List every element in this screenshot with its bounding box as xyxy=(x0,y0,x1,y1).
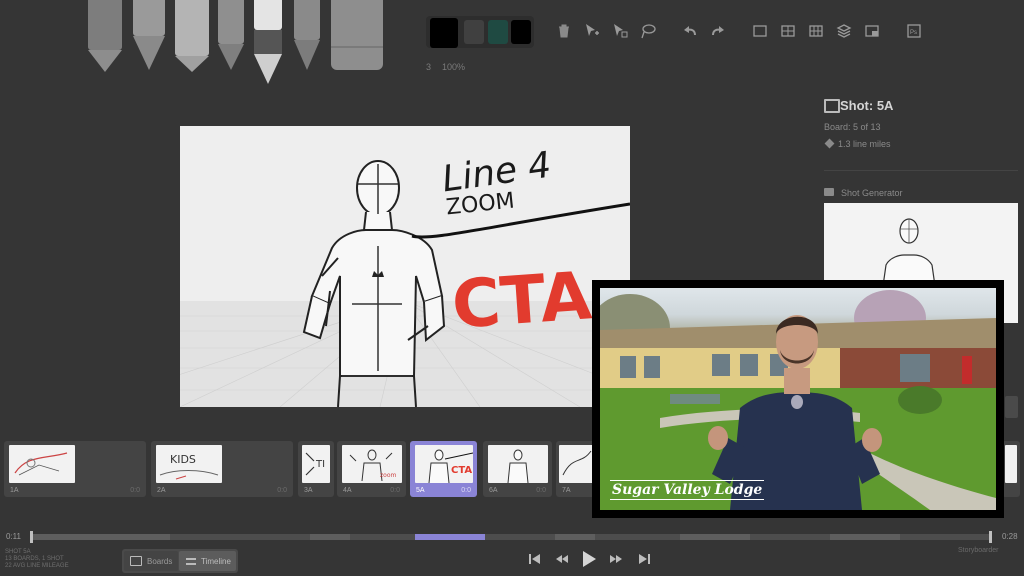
color-swatch-primary[interactable] xyxy=(430,18,458,48)
info-boards: 13 BOARDS, 1 SHOT xyxy=(5,556,64,562)
play-button[interactable] xyxy=(581,550,597,573)
info-shot: SHOT 5A xyxy=(5,549,31,555)
canvas-text-cta: CTA xyxy=(449,257,594,344)
timeline-seg-1 xyxy=(30,534,170,540)
timeline-seg-3 xyxy=(310,534,350,540)
thumbnail-label: 6A xyxy=(489,487,498,494)
thumbnail-label: 5A xyxy=(416,487,425,494)
boards-tab-label: Boards xyxy=(147,556,173,566)
line-miles-icon xyxy=(824,138,835,149)
boards-icon xyxy=(130,556,142,566)
svg-text:KIDS: KIDS xyxy=(170,453,196,466)
move-select-icon[interactable] xyxy=(583,22,601,40)
color-swatch-4[interactable] xyxy=(511,20,531,44)
layers-icon[interactable] xyxy=(835,22,853,40)
thumbnail-duration: 0:0 xyxy=(130,487,140,494)
timeline-seg-9 xyxy=(680,534,750,540)
playhead-start[interactable] xyxy=(30,531,33,543)
layout-split-icon[interactable] xyxy=(779,22,797,40)
eraser-tool[interactable] xyxy=(331,0,383,70)
thumbnail-2a[interactable]: KIDS 2A 0:0 xyxy=(151,441,293,497)
opacity-readout: 100% xyxy=(442,62,466,72)
undo-icon[interactable] xyxy=(681,22,699,40)
timeline-seg-selected xyxy=(415,534,485,540)
info-mileage: 22 AVG LINE MILEAGE xyxy=(5,563,69,569)
pencil-tool-4[interactable] xyxy=(218,0,244,70)
thumbnail-label: 1A xyxy=(10,487,19,494)
rewind-button[interactable] xyxy=(555,552,569,571)
video-frame: Sugar Valley Lodge xyxy=(600,288,996,510)
thumbnail-6a[interactable]: 6A 0:0 xyxy=(483,441,552,497)
monitor-icon xyxy=(824,99,840,113)
project-info: SHOT 5A 13 BOARDS, 1 SHOT 22 AVG LINE MI… xyxy=(5,549,69,570)
trash-icon[interactable] xyxy=(555,22,573,40)
timeline-track[interactable] xyxy=(30,534,992,540)
thumbnail-duration: 0:0 xyxy=(277,487,287,494)
brush-size-readout: 3 xyxy=(426,62,432,72)
line-miles: 1.3 line miles xyxy=(838,139,891,149)
video-overlay: Sugar Valley Lodge xyxy=(592,280,1004,518)
thumbnail-label: 7A xyxy=(562,487,571,494)
onion-skin-icon[interactable] xyxy=(863,22,881,40)
inspector-side-button[interactable] xyxy=(1005,396,1018,418)
timeline-seg-11 xyxy=(830,534,900,540)
timeline-tab[interactable]: Timeline xyxy=(179,551,236,571)
pencil-tool-2[interactable] xyxy=(133,0,165,70)
pencil-tool-6[interactable] xyxy=(294,0,320,70)
inspector-divider xyxy=(824,170,1018,171)
timeline-tab-label: Timeline xyxy=(201,556,231,566)
svg-text:TI: TI xyxy=(315,459,325,470)
thumbnail-5a-selected[interactable]: CTA 5A 0:0 xyxy=(410,441,477,497)
boards-tab[interactable]: Boards xyxy=(124,551,178,571)
pencil-tool-5[interactable] xyxy=(254,0,282,84)
shot-title: Shot: 5A xyxy=(840,98,894,113)
thumbnail-label: 2A xyxy=(157,487,166,494)
thumbnail-4a[interactable]: zoom 4A 0:0 xyxy=(337,441,406,497)
board-info: Board: 5 of 13 xyxy=(824,122,881,132)
skip-start-button[interactable] xyxy=(528,552,542,571)
svg-text:zoom: zoom xyxy=(380,472,396,479)
color-swatch-3[interactable] xyxy=(488,20,508,44)
time-end: 0:28 xyxy=(1002,532,1018,541)
color-swatch-2[interactable] xyxy=(464,20,484,44)
brand-label: Storyboarder xyxy=(958,547,999,554)
thumbnail-3a[interactable]: TI 3A xyxy=(298,441,334,497)
video-caption: Sugar Valley Lodge xyxy=(610,480,765,500)
camera-icon xyxy=(824,188,834,196)
time-start: 0:11 xyxy=(6,532,21,541)
thumbnail-duration: 0:0 xyxy=(390,487,400,494)
skip-end-button[interactable] xyxy=(637,552,651,571)
shot-generator-label[interactable]: Shot Generator xyxy=(841,188,903,198)
thumbnail-label: 3A xyxy=(304,487,313,494)
layout-grid-icon[interactable] xyxy=(807,22,825,40)
thumbnail-1a[interactable]: 1A 0:0 xyxy=(4,441,146,497)
thumbnail-partial-right[interactable] xyxy=(1002,441,1020,497)
thumbnail-duration: 0:0 xyxy=(536,487,546,494)
photoshop-icon[interactable]: Ps xyxy=(905,22,923,40)
layout-single-icon[interactable] xyxy=(751,22,769,40)
thumbnail-label: 4A xyxy=(343,487,352,494)
thumbnail-7a[interactable]: 7A xyxy=(556,441,596,497)
fast-forward-button[interactable] xyxy=(609,552,623,571)
thumbnail-duration: 0:0 xyxy=(461,487,471,494)
redo-icon[interactable] xyxy=(709,22,727,40)
timeline-seg-7 xyxy=(555,534,595,540)
timeline-icon xyxy=(186,557,196,565)
playhead-end[interactable] xyxy=(989,531,992,543)
svg-text:CTA: CTA xyxy=(451,465,472,476)
drawing-canvas[interactable]: Line 4 ZOOM CTA xyxy=(180,126,630,407)
pencil-tool-1[interactable] xyxy=(88,0,122,72)
lasso-icon[interactable] xyxy=(639,22,657,40)
transform-select-icon[interactable] xyxy=(611,22,629,40)
pencil-tool-3[interactable] xyxy=(175,0,209,72)
svg-text:Ps: Ps xyxy=(910,30,917,36)
